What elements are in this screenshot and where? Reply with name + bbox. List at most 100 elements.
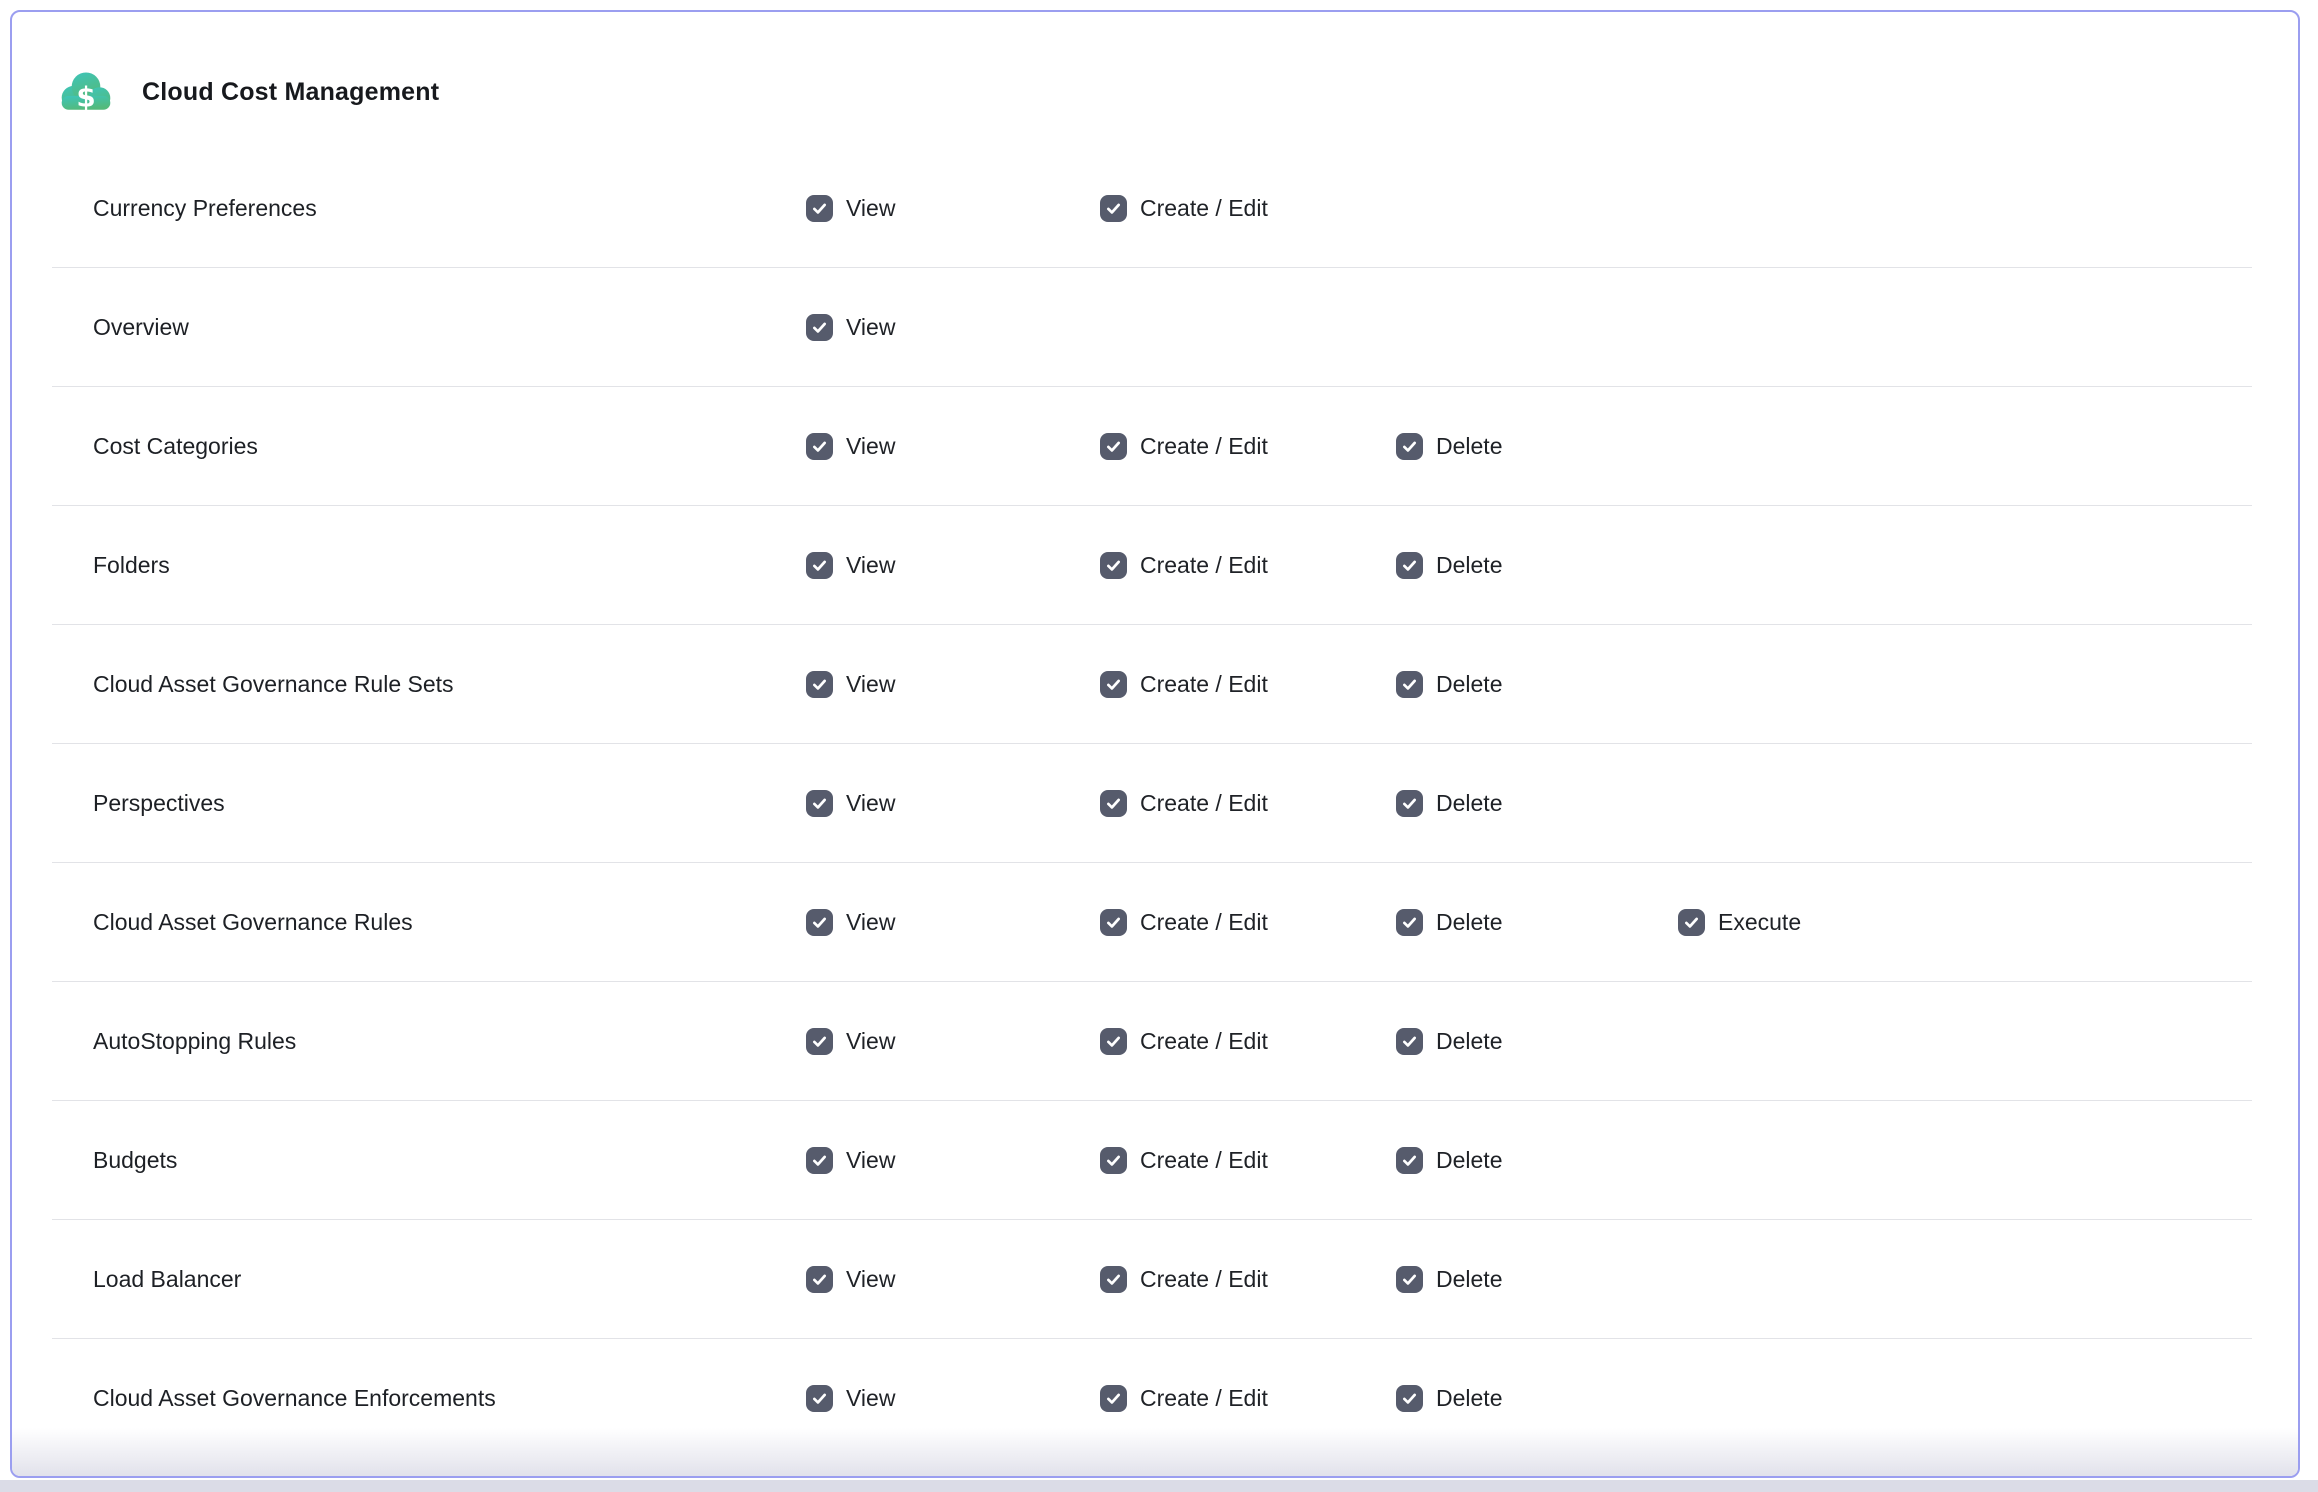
permission-checkbox-group[interactable]: Execute — [1678, 909, 1801, 936]
checkbox-checked-icon[interactable] — [806, 552, 833, 579]
permission-label: Execute — [1718, 909, 1801, 936]
permission-label: Delete — [1436, 552, 1502, 579]
checkbox-checked-icon[interactable] — [1100, 790, 1127, 817]
permission-label: View — [846, 790, 895, 817]
checkbox-checked-icon[interactable] — [1100, 909, 1127, 936]
permission-checkbox-group[interactable]: Delete — [1396, 909, 1502, 936]
checkbox-checked-icon[interactable] — [1396, 790, 1423, 817]
row-label: Cost Categories — [52, 433, 806, 460]
permission-label: Create / Edit — [1140, 433, 1268, 460]
checkbox-checked-icon[interactable] — [1396, 909, 1423, 936]
horizontal-scrollbar-track[interactable] — [0, 1480, 2318, 1492]
permission-checkbox-group[interactable]: Create / Edit — [1100, 790, 1268, 817]
permission-checkbox-group[interactable]: View — [806, 671, 895, 698]
perm-cell-delete: Delete — [1396, 1385, 1678, 1412]
permission-checkbox-group[interactable]: Create / Edit — [1100, 671, 1268, 698]
row-label: Currency Preferences — [52, 195, 806, 222]
perm-cell-view: View — [806, 314, 1100, 341]
perm-cell-create-edit: Create / Edit — [1100, 671, 1396, 698]
checkbox-checked-icon[interactable] — [806, 909, 833, 936]
permission-checkbox-group[interactable]: Delete — [1396, 1028, 1502, 1055]
perm-cell-view: View — [806, 552, 1100, 579]
permission-checkbox-group[interactable]: Delete — [1396, 552, 1502, 579]
checkbox-checked-icon[interactable] — [1100, 552, 1127, 579]
permission-checkbox-group[interactable]: View — [806, 195, 895, 222]
checkbox-checked-icon[interactable] — [806, 1385, 833, 1412]
checkbox-checked-icon[interactable] — [1396, 433, 1423, 460]
permission-checkbox-group[interactable]: View — [806, 790, 895, 817]
permission-label: Create / Edit — [1140, 790, 1268, 817]
permission-checkbox-group[interactable]: Create / Edit — [1100, 1385, 1268, 1412]
permission-checkbox-group[interactable]: View — [806, 909, 895, 936]
checkbox-checked-icon[interactable] — [806, 433, 833, 460]
checkbox-checked-icon[interactable] — [1678, 909, 1705, 936]
perm-cell-create-edit: Create / Edit — [1100, 1266, 1396, 1293]
permission-checkbox-group[interactable]: Create / Edit — [1100, 1147, 1268, 1174]
checkbox-checked-icon[interactable] — [1100, 433, 1127, 460]
checkbox-checked-icon[interactable] — [1100, 195, 1127, 222]
perm-cell-execute: Execute — [1678, 909, 2252, 936]
checkbox-checked-icon[interactable] — [1100, 671, 1127, 698]
checkbox-checked-icon[interactable] — [1100, 1385, 1127, 1412]
perm-cell-view: View — [806, 1385, 1100, 1412]
permission-checkbox-group[interactable]: Create / Edit — [1100, 195, 1268, 222]
permission-checkbox-group[interactable]: View — [806, 314, 895, 341]
checkbox-checked-icon[interactable] — [1396, 1266, 1423, 1293]
permission-checkbox-group[interactable]: View — [806, 1266, 895, 1293]
permission-checkbox-group[interactable]: View — [806, 1028, 895, 1055]
module-header: $ Cloud Cost Management — [12, 12, 2298, 116]
permission-checkbox-group[interactable]: View — [806, 1147, 895, 1174]
checkbox-checked-icon[interactable] — [1396, 1385, 1423, 1412]
permission-checkbox-group[interactable]: Create / Edit — [1100, 433, 1268, 460]
svg-text:$: $ — [76, 80, 95, 113]
checkbox-checked-icon[interactable] — [1396, 1147, 1423, 1174]
permission-checkbox-group[interactable]: Create / Edit — [1100, 552, 1268, 579]
permission-checkbox-group[interactable]: Create / Edit — [1100, 1266, 1268, 1293]
permission-checkbox-group[interactable]: Delete — [1396, 433, 1502, 460]
perm-cell-view: View — [806, 671, 1100, 698]
checkbox-checked-icon[interactable] — [1396, 1028, 1423, 1055]
perm-cell-delete: Delete — [1396, 671, 1678, 698]
permission-checkbox-group[interactable]: Delete — [1396, 1385, 1502, 1412]
checkbox-checked-icon[interactable] — [806, 314, 833, 341]
checkbox-checked-icon[interactable] — [1396, 552, 1423, 579]
permission-checkbox-group[interactable]: Delete — [1396, 1147, 1502, 1174]
permission-label: Create / Edit — [1140, 1028, 1268, 1055]
checkbox-checked-icon[interactable] — [1100, 1266, 1127, 1293]
permission-checkbox-group[interactable]: Create / Edit — [1100, 909, 1268, 936]
permission-checkbox-group[interactable]: Delete — [1396, 790, 1502, 817]
permission-label: Create / Edit — [1140, 1385, 1268, 1412]
row-label: Cloud Asset Governance Enforcements — [52, 1385, 806, 1412]
perm-cell-delete: Delete — [1396, 1147, 1678, 1174]
checkbox-checked-icon[interactable] — [1100, 1028, 1127, 1055]
permission-label: Create / Edit — [1140, 1147, 1268, 1174]
permission-checkbox-group[interactable]: Delete — [1396, 1266, 1502, 1293]
permission-checkbox-group[interactable]: View — [806, 433, 895, 460]
permission-label: Delete — [1436, 1385, 1502, 1412]
checkbox-checked-icon[interactable] — [806, 1147, 833, 1174]
checkbox-checked-icon[interactable] — [1100, 1147, 1127, 1174]
checkbox-checked-icon[interactable] — [806, 671, 833, 698]
checkbox-checked-icon[interactable] — [806, 790, 833, 817]
perm-cell-create-edit: Create / Edit — [1100, 1028, 1396, 1055]
perm-cell-view: View — [806, 195, 1100, 222]
permission-checkbox-group[interactable]: View — [806, 1385, 895, 1412]
permission-checkbox-group[interactable]: View — [806, 552, 895, 579]
perm-cell-view: View — [806, 1028, 1100, 1055]
permission-checkbox-group[interactable]: Create / Edit — [1100, 1028, 1268, 1055]
checkbox-checked-icon[interactable] — [806, 1266, 833, 1293]
perm-cell-view: View — [806, 433, 1100, 460]
permission-label: View — [846, 1385, 895, 1412]
permissions-card: $ Cloud Cost Management Currency Prefere… — [10, 10, 2300, 1478]
permission-label: Delete — [1436, 909, 1502, 936]
perm-cell-view: View — [806, 1266, 1100, 1293]
checkbox-checked-icon[interactable] — [1396, 671, 1423, 698]
permission-label: Delete — [1436, 433, 1502, 460]
permission-checkbox-group[interactable]: Delete — [1396, 671, 1502, 698]
permission-label: Delete — [1436, 790, 1502, 817]
permission-label: Delete — [1436, 1147, 1502, 1174]
cloud-cost-management-icon: $ — [58, 69, 114, 115]
checkbox-checked-icon[interactable] — [806, 1028, 833, 1055]
checkbox-checked-icon[interactable] — [806, 195, 833, 222]
permission-row: Cloud Asset Governance Rules View Create… — [52, 863, 2252, 982]
